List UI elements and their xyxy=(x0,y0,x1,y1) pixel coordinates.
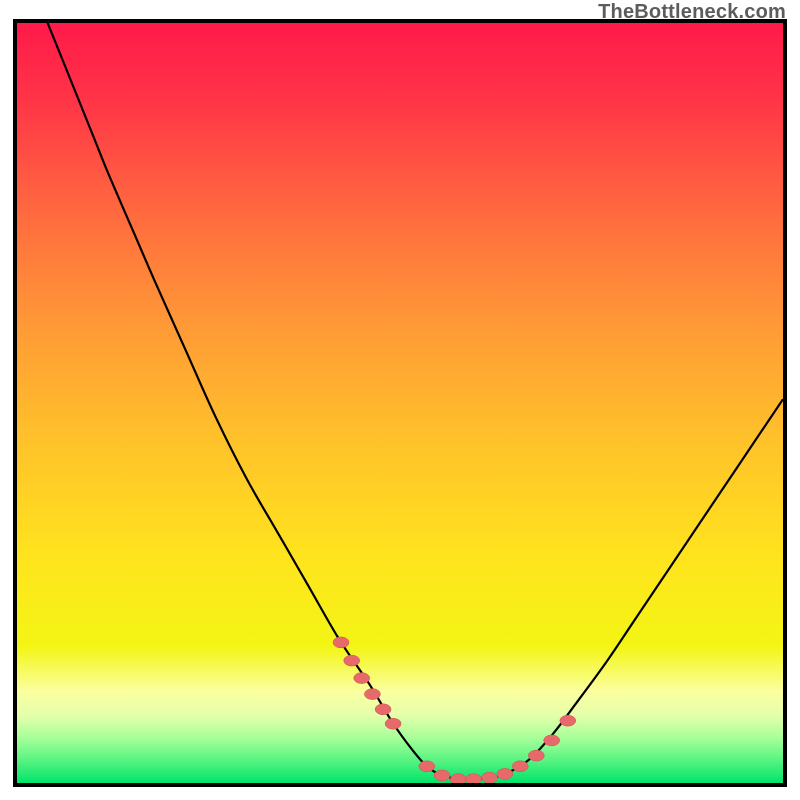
marker-point xyxy=(560,715,576,726)
marker-point xyxy=(497,768,513,779)
marker-point xyxy=(364,689,380,700)
marker-point xyxy=(419,761,435,772)
marker-point xyxy=(528,750,544,761)
marker-point xyxy=(482,772,498,783)
marker-point xyxy=(333,637,349,648)
chart-container: TheBottleneck.com xyxy=(0,0,800,800)
marker-point xyxy=(512,761,528,772)
marker-point xyxy=(375,704,391,715)
marker-point xyxy=(354,673,370,684)
marker-point xyxy=(450,774,466,783)
marker-point xyxy=(434,770,450,781)
gradient-background xyxy=(17,23,783,783)
marker-point xyxy=(344,655,360,666)
marker-point xyxy=(544,735,560,746)
plot-frame xyxy=(13,19,787,787)
marker-point xyxy=(466,774,482,783)
marker-point xyxy=(385,718,401,729)
plot-svg xyxy=(17,23,783,783)
